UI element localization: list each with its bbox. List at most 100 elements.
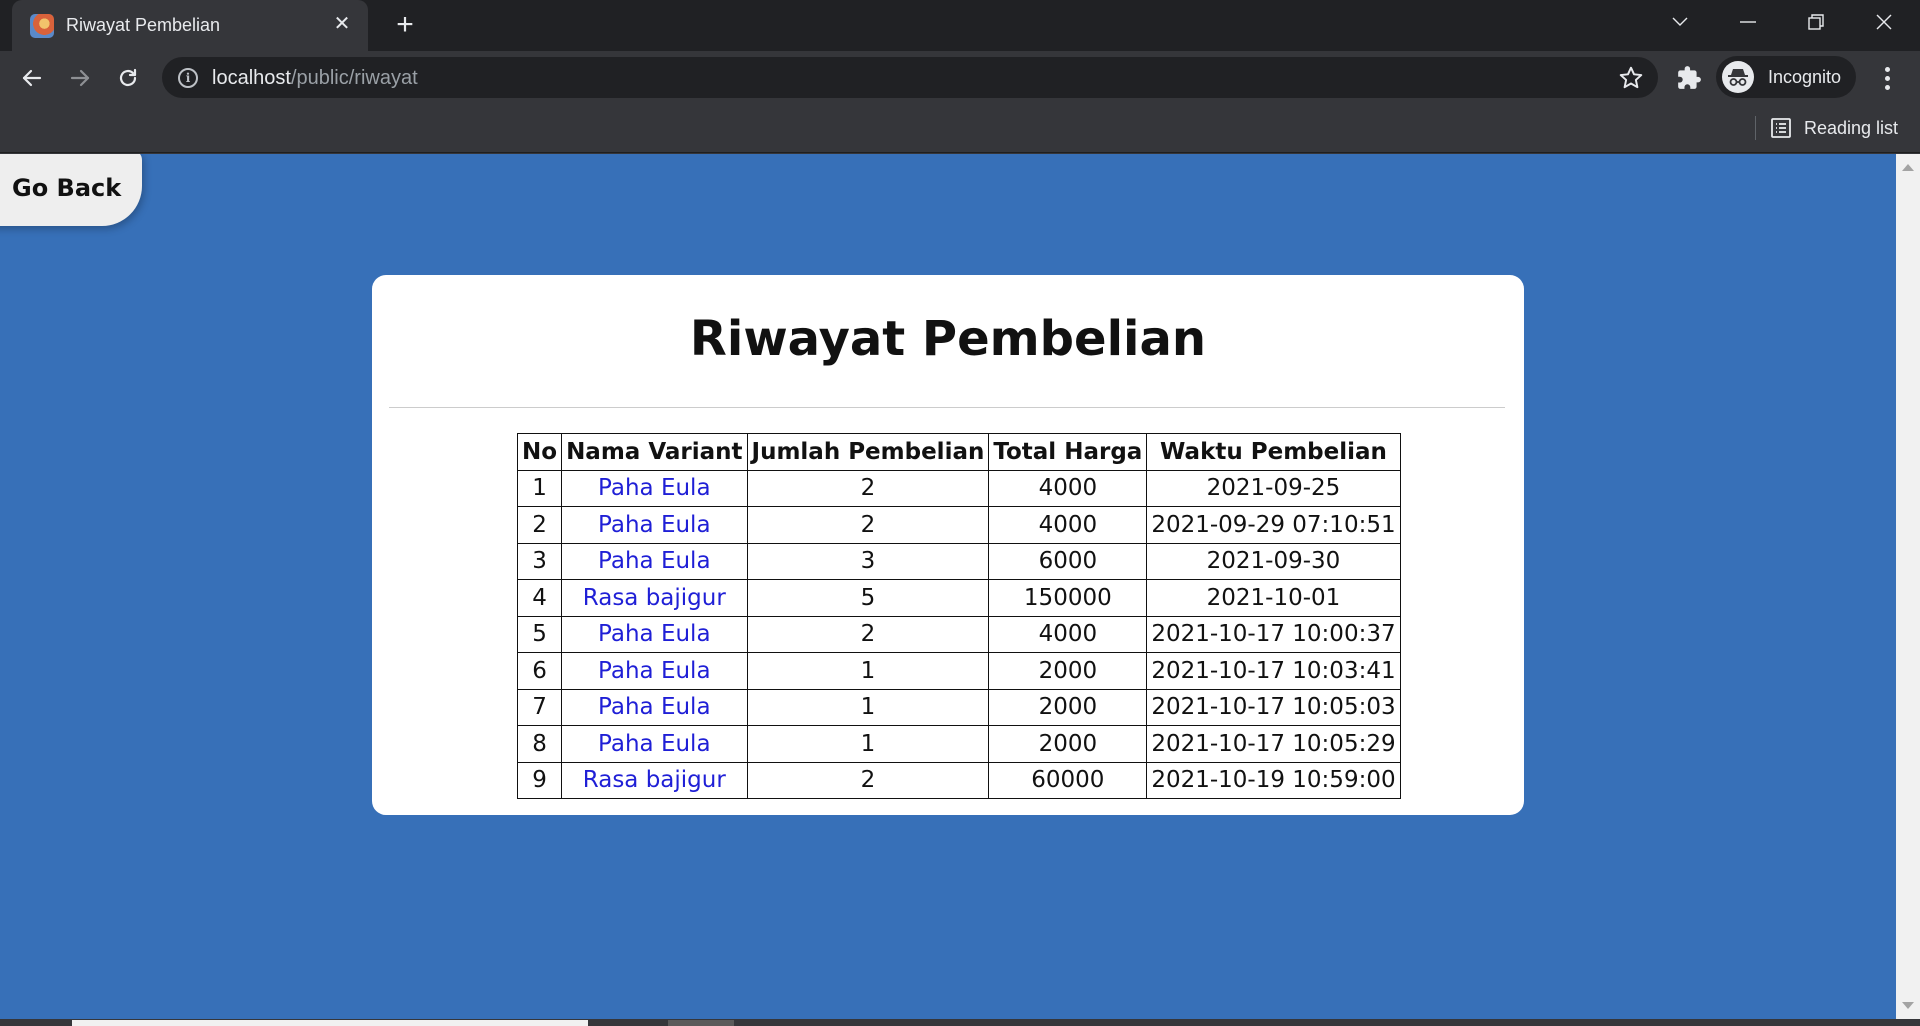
table-row: 3 Paha Eula 3 6000 2021-09-30	[516, 542, 1401, 580]
cell-total-price: 4000	[988, 469, 1148, 507]
go-back-label: Go Back	[12, 174, 122, 202]
cell-no: 9	[516, 761, 563, 799]
address-bar[interactable]: i localhost/public/riwayat	[162, 57, 1658, 98]
cell-purchase-time: 2021-10-19 10:59:00	[1146, 761, 1401, 799]
cell-purchase-time: 2021-10-17 10:00:37	[1146, 615, 1401, 653]
incognito-icon	[1722, 61, 1754, 93]
tab-title: Riwayat Pembelian	[66, 15, 221, 35]
cell-quantity: 3	[746, 542, 990, 580]
page-title: Riwayat Pembelian	[689, 311, 1207, 367]
cell-purchase-time: 2021-10-17 10:03:41	[1146, 652, 1401, 690]
cell-purchase-time: 2021-10-17 10:05:03	[1146, 688, 1401, 726]
extensions-puzzle-icon[interactable]	[1676, 65, 1702, 91]
cell-no: 4	[516, 579, 563, 617]
cell-total-price: 2000	[988, 652, 1148, 690]
cell-quantity: 2	[746, 615, 990, 653]
bookmark-divider	[1755, 116, 1756, 140]
reading-list-icon	[1771, 118, 1791, 138]
cell-variant: Rasa bajigur	[561, 579, 748, 617]
title-divider	[389, 407, 1505, 408]
forward-arrow-icon[interactable]	[65, 63, 95, 93]
scroll-up-arrow-icon[interactable]	[1902, 164, 1914, 171]
header-no: No	[516, 433, 563, 471]
cell-variant: Paha Eula	[561, 652, 748, 690]
url-text[interactable]: localhost/public/riwayat	[212, 67, 418, 90]
reload-icon[interactable]	[113, 63, 143, 93]
table-row: 7 Paha Eula 1 2000 2021-10-17 10:05:03	[516, 688, 1401, 726]
close-window-button[interactable]	[1850, 0, 1918, 44]
cell-quantity: 1	[746, 725, 990, 763]
cell-no: 8	[516, 725, 563, 763]
tab-strip: Riwayat Pembelian ✕ +	[0, 0, 1920, 51]
cell-variant: Paha Eula	[561, 469, 748, 507]
cell-total-price: 4000	[988, 506, 1148, 544]
cell-quantity: 1	[746, 688, 990, 726]
minimize-button[interactable]	[1714, 0, 1782, 44]
purchase-history-table: No Nama Variant Jumlah Pembelian Total H…	[516, 433, 1401, 799]
tab-search-icon[interactable]	[1646, 0, 1714, 44]
cell-total-price: 6000	[988, 542, 1148, 580]
cell-variant: Paha Eula	[561, 615, 748, 653]
cell-total-price: 4000	[988, 615, 1148, 653]
cell-total-price: 2000	[988, 725, 1148, 763]
table-row: 8 Paha Eula 1 2000 2021-10-17 10:05:29	[516, 725, 1401, 763]
favicon-icon	[30, 14, 54, 38]
tab-riwayat[interactable]: Riwayat Pembelian ✕	[12, 0, 368, 51]
incognito-profile-button[interactable]: Incognito	[1716, 56, 1856, 98]
cell-purchase-time: 2021-09-29 07:10:51	[1146, 506, 1401, 544]
profile-label: Incognito	[1768, 67, 1842, 87]
vertical-scrollbar[interactable]	[1896, 154, 1920, 1019]
table-row: 4 Rasa bajigur 5 150000 2021-10-01	[516, 579, 1401, 617]
table-row: 6 Paha Eula 1 2000 2021-10-17 10:03:41	[516, 652, 1401, 690]
table-body: 1 Paha Eula 2 4000 2021-09-25 2 Paha Eul…	[516, 469, 1401, 799]
taskbar-strip	[0, 1019, 1920, 1026]
cell-purchase-time: 2021-09-30	[1146, 542, 1401, 580]
cell-no: 2	[516, 506, 563, 544]
new-tab-button[interactable]: +	[390, 10, 420, 40]
taskbar-item	[72, 1020, 588, 1026]
cell-purchase-time: 2021-09-25	[1146, 469, 1401, 507]
site-info-icon[interactable]: i	[178, 68, 198, 88]
cell-purchase-time: 2021-10-01	[1146, 579, 1401, 617]
url-host: localhost	[212, 67, 291, 89]
close-tab-icon[interactable]: ✕	[330, 12, 354, 36]
cell-total-price: 150000	[988, 579, 1148, 617]
header-waktu-pembelian: Waktu Pembelian	[1146, 433, 1401, 471]
cell-variant: Paha Eula	[561, 542, 748, 580]
cell-total-price: 2000	[988, 688, 1148, 726]
cell-no: 3	[516, 542, 563, 580]
header-nama-variant: Nama Variant	[561, 433, 748, 471]
bookmark-bar: Reading list	[0, 104, 1920, 153]
cell-variant: Paha Eula	[561, 725, 748, 763]
browser-toolbar: i localhost/public/riwayat Incognito	[0, 51, 1920, 104]
back-arrow-icon[interactable]	[17, 63, 47, 93]
cell-variant: Paha Eula	[561, 688, 748, 726]
taskbar-item	[668, 1020, 734, 1026]
cell-purchase-time: 2021-10-17 10:05:29	[1146, 725, 1401, 763]
cell-quantity: 2	[746, 469, 990, 507]
reading-list-button[interactable]: Reading list	[1770, 114, 1898, 142]
cell-quantity: 2	[746, 506, 990, 544]
cell-quantity: 2	[746, 761, 990, 799]
bookmark-star-icon[interactable]	[1618, 65, 1644, 91]
reading-list-label: Reading list	[1804, 117, 1899, 138]
table-row: 9 Rasa bajigur 2 60000 2021-10-19 10:59:…	[516, 761, 1401, 799]
cell-variant: Paha Eula	[561, 506, 748, 544]
cell-no: 5	[516, 615, 563, 653]
restore-button[interactable]	[1782, 0, 1850, 44]
scroll-down-arrow-icon[interactable]	[1902, 1002, 1914, 1009]
cell-total-price: 60000	[988, 761, 1148, 799]
go-back-button[interactable]: Go Back	[0, 154, 142, 226]
cell-quantity: 5	[746, 579, 990, 617]
history-card: Riwayat Pembelian No Nama Variant Jumlah…	[372, 275, 1524, 815]
cell-no: 6	[516, 652, 563, 690]
table-header-row: No Nama Variant Jumlah Pembelian Total H…	[516, 433, 1401, 471]
table-row: 5 Paha Eula 2 4000 2021-10-17 10:00:37	[516, 615, 1401, 653]
cell-quantity: 1	[746, 652, 990, 690]
header-jumlah-pembelian: Jumlah Pembelian	[746, 433, 990, 471]
cell-no: 7	[516, 688, 563, 726]
page-viewport: Go Back Riwayat Pembelian No Nama Varian…	[0, 154, 1896, 1019]
table-row: 2 Paha Eula 2 4000 2021-09-29 07:10:51	[516, 506, 1401, 544]
cell-no: 1	[516, 469, 563, 507]
browser-menu-icon[interactable]	[1874, 65, 1900, 91]
